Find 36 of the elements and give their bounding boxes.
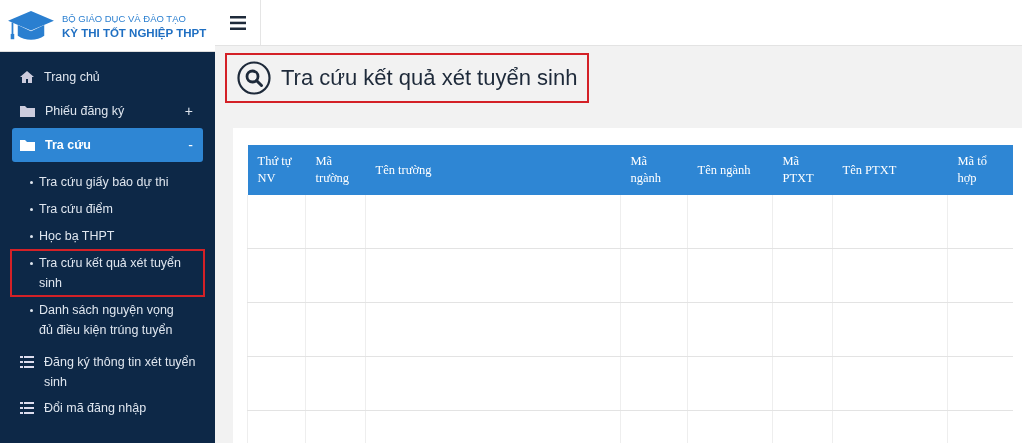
- sidebar-item[interactable]: Đăng ký thông tin xét tuyển sinh: [12, 346, 203, 392]
- sidebar-item[interactable]: Trang chủ: [12, 60, 203, 94]
- sidebar-item[interactable]: Phiếu đăng ký +: [12, 94, 203, 128]
- list-icon: [20, 356, 34, 368]
- column-header: Mã PTXT: [772, 145, 833, 195]
- submenu-item[interactable]: Tra cứu điểm: [12, 197, 203, 221]
- column-header: Mã ngành: [620, 145, 688, 195]
- submenu-item[interactable]: Tra cứu giấy báo dự thi: [12, 170, 203, 194]
- submenu-item[interactable]: Học bạ THPT: [12, 224, 203, 248]
- folder-icon: [20, 139, 35, 151]
- sidebar-item[interactable]: Đổi mã đăng nhập: [12, 392, 203, 432]
- submenu-item[interactable]: Tra cứu kết quả xét tuyển sinh: [12, 251, 203, 295]
- exam-name: KỲ THI TỐT NGHIỆP THPT: [62, 26, 207, 39]
- submenu-item[interactable]: Danh sách nguyện vọng đủ điều kiện trúng tuyển: [12, 298, 203, 342]
- page-title: Tra cứu kết quả xét tuyển sinh: [227, 55, 588, 101]
- column-header: Mã trường: [305, 145, 366, 195]
- column-header: Thứ tự NV: [247, 145, 306, 195]
- expand-toggle[interactable]: -: [188, 137, 193, 153]
- column-header: Tên trường: [365, 145, 621, 195]
- sidebar-item-label: Đăng ký thông tin xét tuyển sinh: [44, 354, 197, 391]
- search-icon: [237, 61, 271, 95]
- column-header: Tên ngành: [687, 145, 773, 195]
- sidebar-item-label: Tra cứu: [45, 137, 92, 154]
- sidebar-item[interactable]: Tra cứu -: [12, 128, 203, 162]
- sidebar-item-label: Đổi mã đăng nhập: [44, 400, 148, 417]
- expand-toggle[interactable]: +: [184, 103, 193, 119]
- ministry-name: BỘ GIÁO DỤC VÀ ĐÀO TẠO: [62, 12, 187, 24]
- menu-icon: [229, 15, 246, 30]
- sidebar-item-label: Phiếu đăng ký: [45, 103, 126, 120]
- list-icon: [20, 402, 34, 414]
- column-header: Mã tổ hợp: [947, 145, 1013, 195]
- folder-icon: [20, 105, 35, 117]
- home-icon: [20, 71, 34, 83]
- sidebar-item-label: Trang chủ: [44, 69, 101, 86]
- column-header: Tên PTXT: [832, 145, 948, 195]
- graduation-cap-icon: [8, 10, 54, 41]
